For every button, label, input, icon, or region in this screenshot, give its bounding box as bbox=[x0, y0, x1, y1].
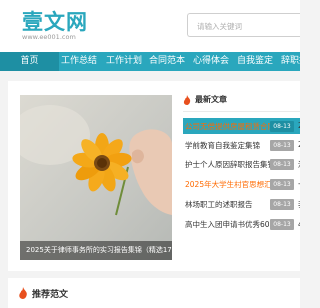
latest-section: 2025关于律师事务所的实习报告集锦（精选17篇） 最新文章 公司无偿提供房屋租… bbox=[8, 81, 300, 271]
header: 壹文网 www.ee001.com bbox=[0, 0, 300, 52]
news-date: 08-13 bbox=[270, 121, 294, 132]
news-extra[interactable]: 2025 bbox=[298, 121, 300, 130]
nav-item-experience[interactable]: 心得体会 bbox=[193, 52, 229, 71]
divider bbox=[183, 111, 300, 112]
news-row[interactable]: 护士个人原因辞职报告集锦 08-13 浓情 bbox=[183, 156, 300, 172]
nav-item-home[interactable]: 首页 bbox=[0, 52, 59, 71]
recommend-title: 推荐范文 bbox=[32, 290, 69, 300]
news-date: 08-13 bbox=[270, 179, 294, 190]
news-date: 08-13 bbox=[270, 219, 294, 230]
featured-caption-bar: 2025关于律师事务所的实习报告集锦（精选17篇） bbox=[20, 241, 172, 260]
nav-item-self-evaluation[interactable]: 自我鉴定 bbox=[237, 52, 273, 71]
news-row[interactable]: 公司无偿提供房屋租赁合同 08-13 2025 bbox=[183, 118, 300, 134]
news-row[interactable]: 学前教育自我鉴定集锦 08-13 2025 bbox=[183, 137, 300, 153]
search-box bbox=[187, 13, 300, 37]
nav-item-resignation[interactable]: 辞职报告 bbox=[281, 52, 300, 71]
news-date: 08-13 bbox=[270, 199, 294, 210]
news-date: 08-13 bbox=[270, 140, 294, 151]
news-row[interactable]: 高中生入团申请书优秀600 08-13 4月 bbox=[183, 216, 300, 232]
featured-caption[interactable]: 2025关于律师事务所的实习报告集锦（精选17篇） bbox=[26, 245, 172, 255]
news-extra[interactable]: 我长 bbox=[298, 199, 300, 210]
flower-hand-photo bbox=[20, 95, 172, 260]
latest-title: 最新文章 bbox=[195, 95, 227, 104]
news-date: 08-13 bbox=[270, 159, 294, 170]
flame-icon bbox=[19, 287, 27, 299]
news-title[interactable]: 2025年大学生村官思想汇报 bbox=[185, 179, 279, 190]
site-url: www.ee001.com bbox=[22, 33, 76, 41]
recommend-section: 推荐范文 bbox=[8, 278, 300, 308]
news-title[interactable]: 林场职工的述职报告 bbox=[185, 199, 253, 210]
site-logo[interactable]: 壹文网 bbox=[22, 6, 88, 36]
news-extra[interactable]: 2025 bbox=[298, 140, 300, 149]
main-nav: 首页 工作总结 工作计划 合同范本 心得体会 自我鉴定 辞职报告 bbox=[0, 52, 300, 71]
news-title[interactable]: 公司无偿提供房屋租赁合同 bbox=[185, 121, 275, 132]
news-row[interactable]: 林场职工的述职报告 08-13 我长 bbox=[183, 196, 300, 212]
nav-item-work-summary[interactable]: 工作总结 bbox=[61, 52, 97, 71]
nav-item-work-plan[interactable]: 工作计划 bbox=[106, 52, 142, 71]
news-extra[interactable]: 十佳 bbox=[298, 179, 300, 190]
news-title[interactable]: 学前教育自我鉴定集锦 bbox=[185, 140, 260, 151]
flame-icon bbox=[183, 95, 191, 105]
featured-image[interactable]: 2025关于律师事务所的实习报告集锦（精选17篇） bbox=[20, 95, 172, 260]
news-extra[interactable]: 浓情 bbox=[298, 159, 300, 170]
search-input[interactable] bbox=[197, 16, 297, 37]
news-row[interactable]: 2025年大学生村官思想汇报 08-13 十佳 bbox=[183, 176, 300, 192]
news-extra[interactable]: 4月 bbox=[298, 219, 300, 230]
news-title[interactable]: 高中生入团申请书优秀600 bbox=[185, 219, 274, 230]
news-title[interactable]: 护士个人原因辞职报告集锦 bbox=[185, 159, 275, 170]
nav-item-contract[interactable]: 合同范本 bbox=[149, 52, 185, 71]
